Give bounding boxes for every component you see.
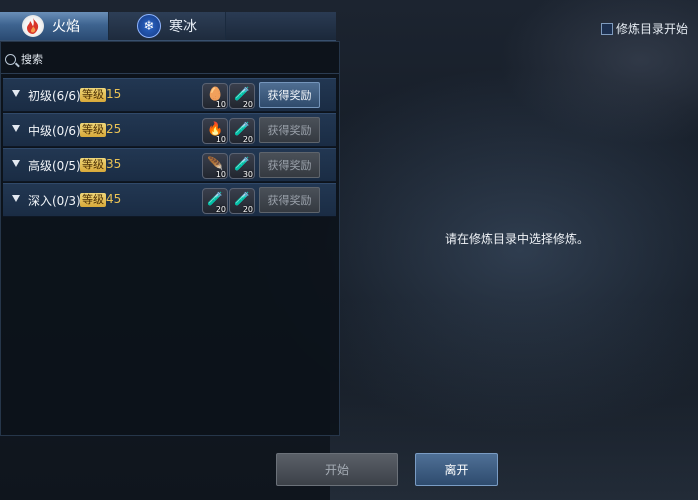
reward-item-potion[interactable]: 🧪 20: [229, 83, 255, 109]
reward-item-potion[interactable]: 🧪 30: [229, 153, 255, 179]
item-quantity: 10: [215, 135, 226, 144]
checkbox-label: 修炼目录开始: [616, 22, 689, 36]
training-list-panel: 搜索 初级(6/6) 等级 15 🥚 10 🧪 20 获得奖励 中级(0/6) …: [0, 41, 340, 436]
claim-reward-button[interactable]: 获得奖励: [259, 187, 320, 213]
divider: [1, 73, 339, 74]
tab-fire[interactable]: 火焰: [0, 12, 109, 40]
level-value: 35: [106, 157, 122, 171]
training-row-basic[interactable]: 初级(6/6) 等级 15 🥚 10 🧪 20 获得奖励: [3, 78, 336, 112]
flame-icon: [22, 15, 44, 37]
training-row-deep[interactable]: 深入(0/3) 等级 45 🧪 20 🧪 20 获得奖励: [3, 183, 336, 217]
level-value: 25: [106, 122, 122, 136]
item-quantity: 20: [242, 135, 253, 144]
instruction-message: 请在修炼目录中选择修炼。: [445, 232, 590, 246]
tab-ice[interactable]: ❄ 寒冰: [109, 12, 226, 40]
training-row-advanced[interactable]: 高级(0/5) 等级 35 🪶 10 🧪 30 获得奖励: [3, 148, 336, 182]
claim-reward-button[interactable]: 获得奖励: [259, 117, 320, 143]
level-value: 15: [106, 87, 122, 101]
item-quantity: 20: [242, 100, 253, 109]
expand-arrow-icon[interactable]: [12, 195, 20, 202]
item-quantity: 20: [242, 205, 253, 214]
row-title: 深入(0/3): [28, 194, 81, 208]
level-badge: 等级: [80, 193, 106, 207]
start-from-list-checkbox[interactable]: 修炼目录开始: [601, 20, 688, 37]
reward-item-potion[interactable]: 🧪 20: [229, 188, 255, 214]
start-button[interactable]: 开始: [276, 453, 398, 486]
item-quantity: 10: [215, 170, 226, 179]
expand-arrow-icon[interactable]: [12, 90, 20, 97]
tab-ice-label: 寒冰: [169, 19, 197, 35]
reward-item-egg[interactable]: 🥚 10: [202, 83, 228, 109]
expand-arrow-icon[interactable]: [12, 125, 20, 132]
row-title: 中级(0/6): [28, 124, 81, 138]
item-quantity: 30: [242, 170, 253, 179]
leave-button[interactable]: 离开: [415, 453, 498, 486]
claim-reward-button[interactable]: 获得奖励: [259, 152, 320, 178]
reward-item-feather[interactable]: 🪶 10: [202, 153, 228, 179]
reward-item-potion[interactable]: 🧪 20: [229, 118, 255, 144]
expand-arrow-icon[interactable]: [12, 160, 20, 167]
tab-fire-label: 火焰: [52, 19, 80, 35]
checkbox-box[interactable]: [601, 22, 613, 35]
level-value: 45: [106, 192, 122, 206]
row-title: 初级(6/6): [28, 89, 81, 103]
claim-reward-button[interactable]: 获得奖励: [259, 82, 320, 108]
training-row-intermediate[interactable]: 中级(0/6) 等级 25 🔥 10 🧪 20 获得奖励: [3, 113, 336, 147]
row-title: 高级(0/5): [28, 159, 81, 173]
item-quantity: 10: [215, 100, 226, 109]
reward-item-potion[interactable]: 🧪 20: [202, 188, 228, 214]
snowflake-icon: ❄: [137, 14, 161, 38]
level-badge: 等级: [80, 123, 106, 137]
level-badge: 等级: [80, 158, 106, 172]
search-placeholder: 搜索: [21, 53, 43, 66]
item-quantity: 20: [215, 205, 226, 214]
category-tab-bar: 火焰 ❄ 寒冰: [0, 12, 336, 41]
search-input[interactable]: 搜索: [3, 46, 333, 72]
search-icon: [5, 53, 16, 65]
reward-item-fire-orb[interactable]: 🔥 10: [202, 118, 228, 144]
level-badge: 等级: [80, 88, 106, 102]
